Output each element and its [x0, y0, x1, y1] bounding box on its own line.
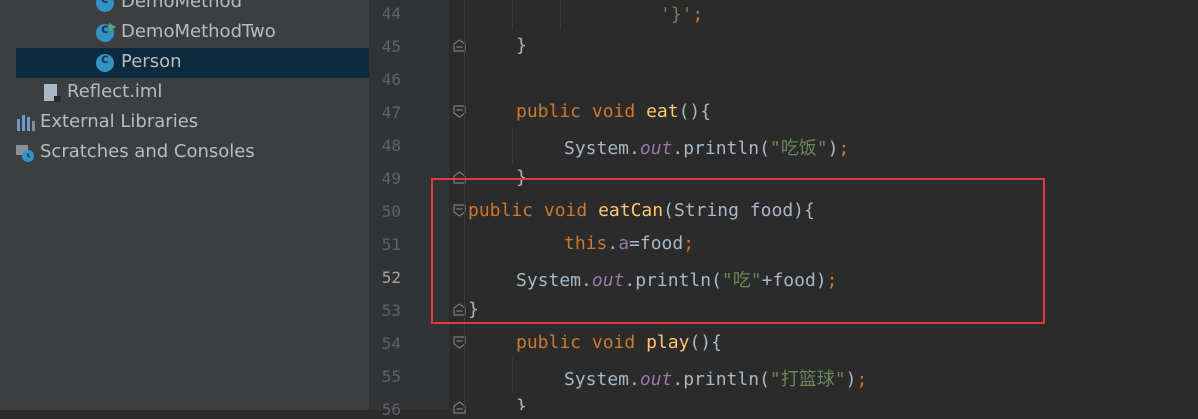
code-line-56: } — [516, 396, 527, 410]
tree-item-label: Scratches and Consoles — [40, 141, 255, 162]
tree-item-label: DemoMethod — [121, 0, 242, 12]
line-number: 47 — [381, 103, 401, 122]
line-number: 44 — [381, 4, 401, 23]
line-number: 51 — [381, 235, 401, 254]
tree-item-person[interactable]: Person — [16, 48, 369, 78]
tree-item-label: External Libraries — [40, 111, 199, 132]
code-line-48: System.out.println("吃饭"); — [564, 138, 850, 159]
tree-item-label: Person — [121, 51, 182, 72]
line-number: 50 — [381, 202, 401, 221]
tree-item-label: Reflect.iml — [67, 81, 163, 102]
tree-item-label: DemoMethodTwo — [121, 21, 276, 42]
line-number: 53 — [381, 301, 401, 320]
line-number: 46 — [381, 70, 401, 89]
line-number: 49 — [381, 169, 401, 188]
indent-guide — [512, 358, 513, 394]
line-number: 54 — [381, 334, 401, 353]
java-runnable-class-icon — [96, 22, 116, 42]
line-number: 55 — [381, 367, 401, 386]
project-panel: DemoMethod DemoMethodTwo Person Reflect.… — [0, 0, 369, 410]
code-line-53: } — [468, 299, 479, 320]
code-line-44: '}'; — [660, 4, 704, 25]
libraries-icon — [17, 115, 35, 131]
code-line-54: public void play(){ — [516, 332, 722, 353]
indent-guide — [512, 128, 513, 164]
code-line-51: this.a=food; — [564, 233, 695, 254]
line-number-gutter[interactable]: 44 45 46 47 48 49 50 51 52 53 54 55 56 — [369, 0, 449, 419]
indent-guide — [464, 0, 465, 410]
scratches-icon — [16, 145, 34, 162]
java-class-icon — [96, 0, 114, 12]
code-line-55: System.out.println("打篮球"); — [564, 369, 868, 390]
line-number: 45 — [381, 37, 401, 56]
code-line-47: public void eat(){ — [516, 101, 712, 122]
code-line-50: public void eatCan(String food){ — [468, 200, 815, 221]
line-number-current: 52 — [381, 268, 401, 287]
java-class-icon — [96, 52, 114, 72]
code-line-49: } — [516, 167, 527, 188]
tree-item-external-libraries[interactable]: External Libraries — [0, 108, 369, 138]
tree-item-demomethod[interactable]: DemoMethod — [0, 0, 369, 18]
code-editor[interactable]: '}'; } public void eat(){ System.out.pri… — [450, 0, 1198, 410]
tree-item-scratches[interactable]: Scratches and Consoles — [0, 138, 369, 168]
line-number: 48 — [381, 136, 401, 155]
tree-item-reflect-iml[interactable]: Reflect.iml — [0, 78, 369, 108]
code-line-52: System.out.println("吃"+food); — [516, 270, 838, 291]
tree-item-demomethodtwo[interactable]: DemoMethodTwo — [0, 18, 369, 48]
iml-file-icon — [44, 84, 61, 102]
indent-guide — [560, 0, 561, 30]
indent-guide — [512, 0, 513, 30]
code-line-45: } — [516, 35, 527, 56]
